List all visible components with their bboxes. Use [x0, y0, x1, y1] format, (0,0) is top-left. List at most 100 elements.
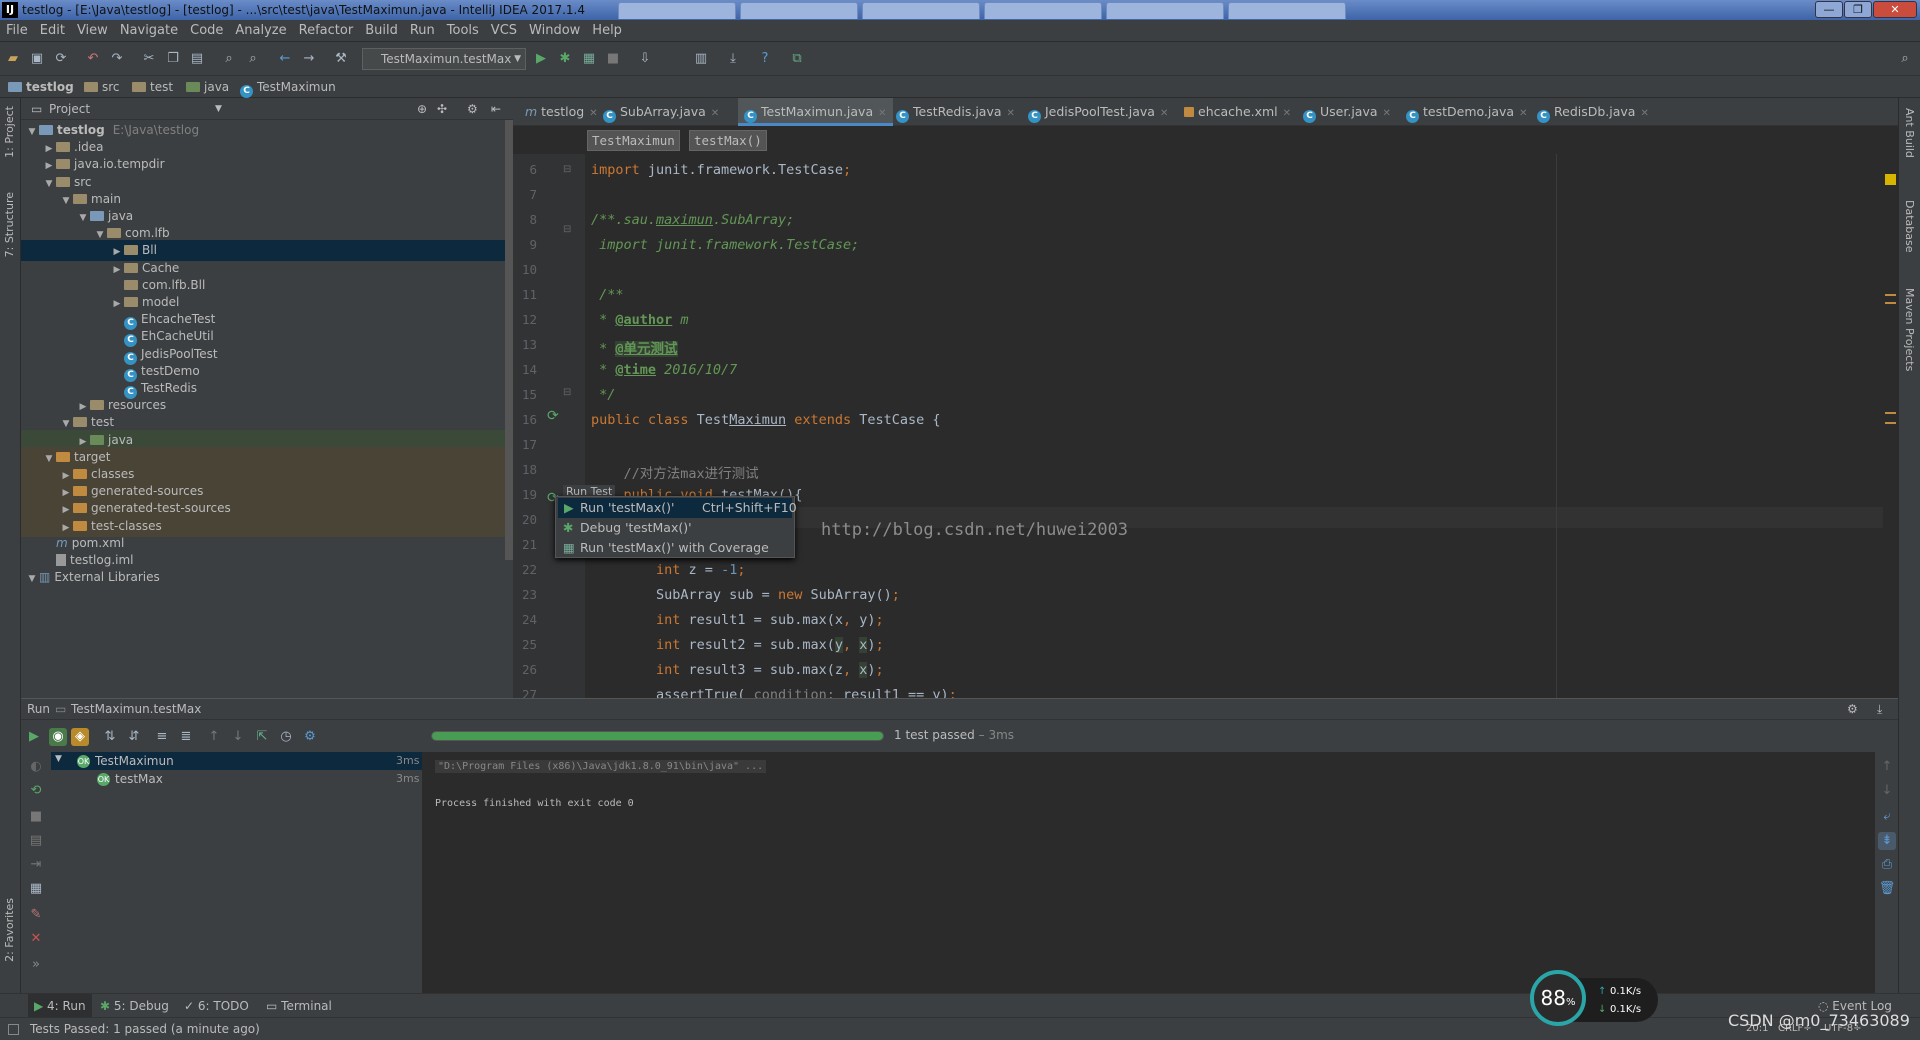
project-tree-item[interactable]: ▼ ▥ External Libraries [21, 567, 507, 588]
next-fail-icon[interactable]: ↓ [229, 728, 247, 746]
paste-icon[interactable]: ▤ [188, 50, 206, 68]
more-icon[interactable]: » [27, 956, 45, 974]
expand-all-icon[interactable]: ≡ [153, 728, 171, 746]
export-icon[interactable]: ⇱ [253, 728, 271, 746]
hide-icon[interactable]: ⇤ [491, 98, 501, 120]
browser-tab-2[interactable] [740, 2, 858, 19]
sdk-icon[interactable]: ⤓ [724, 50, 742, 68]
warning-marker[interactable] [1885, 294, 1896, 296]
vcs-icon[interactable]: ⇩ [636, 50, 654, 68]
minimize-button[interactable]: — [1815, 1, 1843, 18]
menu-code[interactable]: Code [184, 20, 229, 42]
up-icon[interactable]: ↑ [1878, 758, 1896, 776]
run-class-gutter-icon[interactable]: ⟳ [547, 408, 559, 424]
coverage-icon[interactable]: ▦ [580, 50, 598, 68]
browser-tab-3[interactable] [862, 2, 980, 19]
close-icon[interactable]: ✕ [589, 108, 597, 119]
collapse-all-icon[interactable]: ≣ [177, 728, 195, 746]
menu-tools[interactable]: Tools [441, 20, 485, 42]
tab-jedispooltest[interactable]: C JedisPoolTest.java ✕ [1028, 98, 1168, 126]
fold-icon[interactable]: ⊟ [563, 387, 571, 398]
tool-todo-button[interactable]: ✓ 6: TODO [184, 994, 249, 1018]
ant-build-tool-button[interactable]: Ant Build [1903, 108, 1916, 158]
history-icon[interactable]: ◷ [277, 728, 295, 746]
network-speed-widget[interactable]: ↑ 0.1K/s ↓ 0.1K/s 88% [1530, 970, 1658, 1028]
tool-terminal-button[interactable]: ▭ Terminal [266, 994, 332, 1018]
plugin-icon[interactable]: ⧉ [788, 50, 806, 68]
collapse-icon[interactable]: ✣ [437, 98, 447, 120]
rerun-failed-icon[interactable]: ⟲ [27, 782, 45, 800]
menu-analyze[interactable]: Analyze [229, 20, 292, 42]
menu-vcs[interactable]: VCS [485, 20, 523, 42]
run-config-tab[interactable]: TestMaximun.testMax [71, 699, 201, 720]
close-icon[interactable]: ✕ [1283, 108, 1291, 119]
chevron-down-icon[interactable]: ▼ [25, 569, 39, 590]
clear-all-icon[interactable]: 🗑 [1878, 880, 1896, 898]
menu-file[interactable]: File [0, 20, 34, 42]
stop-icon[interactable]: ■ [27, 808, 45, 826]
browser-tab-6[interactable] [1228, 2, 1346, 19]
sort-alpha-icon[interactable]: ⇅ [101, 728, 119, 746]
project-scrollbar[interactable] [505, 120, 513, 560]
down-icon[interactable]: ↓ [1878, 782, 1896, 800]
database-tool-button[interactable]: Database [1903, 200, 1916, 253]
locate-icon[interactable]: ⊕ [417, 98, 427, 120]
help-icon[interactable]: ? [756, 50, 774, 68]
redo-icon[interactable]: ↷ [108, 50, 126, 68]
tab-user[interactable]: C User.java ✕ [1303, 98, 1391, 126]
menu-help[interactable]: Help [586, 20, 628, 42]
sort-duration-icon[interactable]: ⇵ [125, 728, 143, 746]
nav-crumb-test[interactable]: test [132, 76, 173, 98]
warning-marker[interactable] [1885, 422, 1896, 424]
menu-run[interactable]: Run [404, 20, 441, 42]
build-icon[interactable]: ⚒ [332, 50, 350, 68]
undo-icon[interactable]: ↶ [84, 50, 102, 68]
dump-icon[interactable]: ▤ [27, 832, 45, 850]
tool-run-button[interactable]: ▶ 4: Run [28, 994, 92, 1018]
search-everywhere-icon[interactable]: ⌕ [1896, 50, 1914, 68]
tab-testdemo[interactable]: CtestDemo.java ✕ [1406, 98, 1527, 126]
breadcrumb-class[interactable]: TestMaximun [587, 130, 680, 151]
popup-coverage-item[interactable]: ▦ Run 'testMax()' with Coverage [558, 538, 792, 558]
browser-tab-5[interactable] [1106, 2, 1224, 19]
close-icon[interactable]: ✕ [711, 108, 719, 119]
console-command-line[interactable]: "D:\Program Files (x86)\Java\jdk1.8.0_91… [435, 760, 767, 773]
project-view-select[interactable]: Project [49, 98, 90, 120]
close-icon[interactable]: ✕ [1519, 108, 1527, 119]
test-row-suite[interactable]: ▼ OK TestMaximun 3ms [51, 752, 422, 770]
breadcrumb-method[interactable]: testMax() [689, 130, 767, 151]
menu-build[interactable]: Build [359, 20, 404, 42]
close-button[interactable]: ✕ [1873, 1, 1917, 18]
pin-icon[interactable]: ✎ [27, 906, 45, 924]
console-output[interactable]: "D:\Program Files (x86)\Java\jdk1.8.0_91… [423, 752, 1875, 993]
scroll-to-end-icon[interactable]: ⇟ [1878, 832, 1896, 850]
exit-icon[interactable]: ⇥ [27, 856, 45, 874]
layout-icon[interactable]: ▦ [27, 880, 45, 898]
tool-windows-toggle-icon[interactable] [8, 1024, 19, 1035]
code-editor[interactable]: 6 7 8 9 10 11 12 13 14 15 16 17 18 19 20 21 22 23 24 25 26 27… [513, 154, 1883, 698]
tool-debug-button[interactable]: ✱ 5: Debug [100, 994, 169, 1018]
debug-icon[interactable]: ✱ [556, 50, 574, 68]
print-icon[interactable]: ⎙ [1878, 856, 1896, 874]
settings-icon[interactable]: ⚙ [301, 728, 319, 746]
menu-edit[interactable]: Edit [34, 20, 71, 42]
hide-panel-icon[interactable]: ⤓ [1877, 699, 1882, 720]
run-config-select[interactable]: TestMaximun.testMax ▼ [362, 48, 526, 70]
nav-crumb-src[interactable]: src [84, 76, 120, 98]
test-row-method[interactable]: OK testMax 3ms [51, 770, 422, 788]
fold-icon[interactable]: ⊟ [563, 164, 571, 175]
nav-crumb-project[interactable]: testlog [8, 76, 74, 98]
tab-testlog[interactable]: m testlog ✕ [525, 98, 598, 126]
warning-marker[interactable] [1885, 174, 1896, 185]
popup-run-item[interactable]: ▶ Run 'testMax()' Ctrl+Shift+F10 [558, 498, 797, 518]
nav-crumb-java[interactable]: java [186, 76, 229, 98]
sync-icon[interactable]: ⟳ [52, 50, 70, 68]
show-passed-icon[interactable]: ◉ [49, 728, 67, 746]
run-icon[interactable]: ▶ [532, 50, 550, 68]
project-structure-icon[interactable]: ▥ [692, 50, 710, 68]
replace-icon[interactable]: ⌕ [244, 50, 262, 68]
show-ignored-icon[interactable]: ◈ [71, 728, 89, 746]
fold-icon[interactable]: ⊟ [563, 224, 571, 235]
stop-icon[interactable]: ■ [604, 50, 622, 68]
browser-tab-1[interactable] [618, 2, 736, 19]
